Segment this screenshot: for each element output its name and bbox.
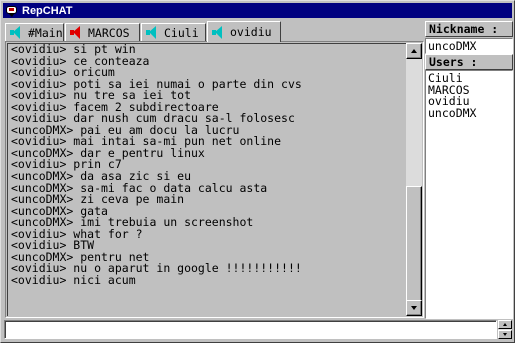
tab-label: #Main [28,25,63,40]
speaker-icon [212,25,224,39]
arrow-down-icon [411,306,417,310]
chat-messages: <ovidiu> si pt win <ovidiu> ce conteaza <o… [7,43,406,316]
speaker-icon [10,26,22,39]
chat-log: <ovidiu> si pt win <ovidiu> ce conteaza <o… [5,41,424,318]
speaker-icon [70,26,82,39]
arrow-up-icon [503,323,507,326]
speaker-icon [146,26,158,39]
message-input[interactable] [4,320,497,339]
chat-bubble-icon [5,5,19,17]
spin-down-button[interactable] [498,330,512,339]
chat-message: <ovidiu> nici acum [11,272,136,287]
tab-marcos[interactable]: MARCOS [65,23,140,41]
tab-main[interactable]: #Main [5,23,64,41]
arrow-down-icon [503,333,507,336]
tab-label: Ciuli [164,25,199,40]
nickname-label: Nickname : [425,21,513,37]
scroll-up-button[interactable] [406,43,422,59]
nickname-field[interactable]: uncoDMX [425,38,513,54]
spin-up-button[interactable] [498,320,512,329]
tab-label: MARCOS [88,25,130,40]
scroll-down-button[interactable] [406,300,422,316]
tab-ciuli[interactable]: Ciuli [141,23,206,41]
users-list: Ciuli MARCOS ovidiu uncoDMX [425,70,513,319]
input-spinner[interactable] [498,320,512,339]
channel-tabs: #Main MARCOS Ciuli ovidiu [5,21,425,42]
user-item[interactable]: uncoDMX [428,107,512,120]
repchat-window: RepCHAT #Main MARCOS Ciuli ovidiu <ovidi… [0,0,515,343]
window-title: RepCHAT [22,4,73,17]
title-bar: RepCHAT [3,3,512,18]
tab-ovidiu[interactable]: ovidiu [207,21,281,42]
scroll-thumb[interactable] [406,186,422,302]
tab-label: ovidiu [230,25,272,39]
users-label: Users : [425,54,513,70]
arrow-up-icon [411,49,417,53]
chat-scrollbar[interactable] [406,43,422,316]
